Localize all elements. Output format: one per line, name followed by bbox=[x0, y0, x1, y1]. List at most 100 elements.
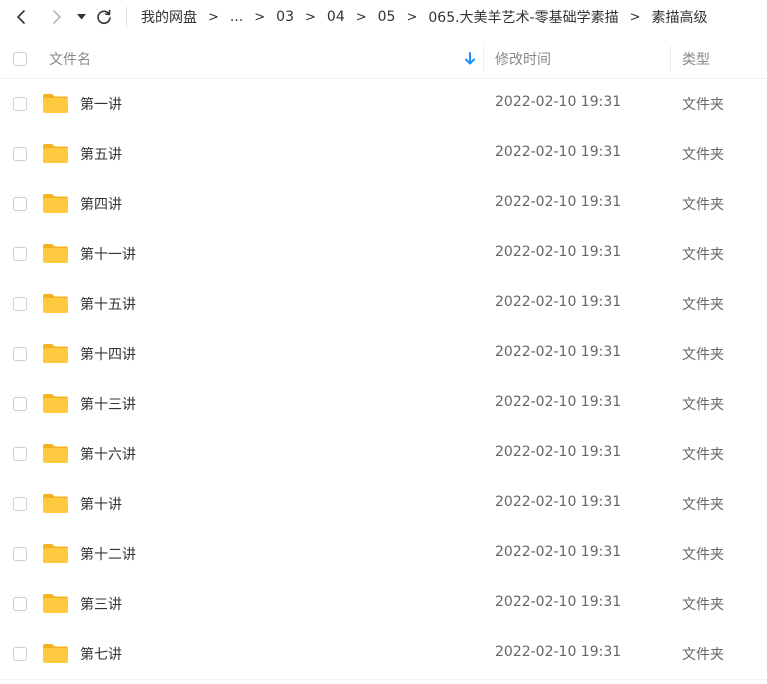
breadcrumb-item[interactable]: 065.大美羊艺术-零基础学素描 bbox=[428, 7, 618, 27]
select-all-checkbox[interactable] bbox=[13, 52, 27, 66]
folder-icon bbox=[43, 144, 68, 163]
breadcrumb-separator: > bbox=[629, 9, 641, 25]
refresh-icon bbox=[97, 9, 111, 25]
table-row[interactable]: 第十五讲 2022-02-10 19:31 文件夹 bbox=[0, 279, 767, 329]
file-name[interactable]: 第五讲 bbox=[80, 144, 122, 164]
folder-icon bbox=[43, 444, 68, 463]
file-type: 文件夹 bbox=[682, 297, 724, 313]
breadcrumb-item[interactable]: 我的网盘 bbox=[141, 7, 197, 27]
file-type: 文件夹 bbox=[682, 347, 724, 363]
table-row[interactable]: 第一讲 2022-02-10 19:31 文件夹 bbox=[0, 79, 767, 129]
breadcrumb-item[interactable]: 04 bbox=[327, 9, 345, 25]
file-name[interactable]: 第十四讲 bbox=[80, 344, 136, 364]
row-checkbox[interactable] bbox=[13, 597, 27, 611]
row-checkbox[interactable] bbox=[13, 297, 27, 311]
folder-icon bbox=[43, 394, 68, 413]
table-row[interactable]: 第四讲 2022-02-10 19:31 文件夹 bbox=[0, 179, 767, 229]
file-type: 文件夹 bbox=[682, 247, 724, 263]
folder-icon bbox=[43, 294, 68, 313]
file-modified-time: 2022-02-10 19:31 bbox=[495, 244, 622, 260]
navigation-bar: 我的网盘 >... >03 >04 >05 >065.大美羊艺术-零基础学素描 > 素描高级 bbox=[0, 0, 767, 34]
caret-down-icon bbox=[76, 14, 86, 20]
chevron-left-icon bbox=[17, 10, 25, 24]
file-type: 文件夹 bbox=[682, 97, 724, 113]
folder-icon bbox=[43, 94, 68, 113]
file-type: 文件夹 bbox=[682, 197, 724, 213]
chevron-right-icon bbox=[53, 10, 61, 24]
sort-down-arrow-icon[interactable] bbox=[463, 50, 477, 68]
row-checkbox[interactable] bbox=[13, 447, 27, 461]
row-checkbox[interactable] bbox=[13, 497, 27, 511]
row-checkbox[interactable] bbox=[13, 347, 27, 361]
back-button[interactable] bbox=[6, 3, 36, 31]
breadcrumb-item[interactable]: ... bbox=[230, 9, 243, 25]
table-row[interactable]: 第五讲 2022-02-10 19:31 文件夹 bbox=[0, 129, 767, 179]
forward-button[interactable] bbox=[42, 3, 72, 31]
breadcrumb: 我的网盘 >... >03 >04 >05 >065.大美羊艺术-零基础学素描 > 素描高级 bbox=[141, 7, 708, 27]
row-checkbox[interactable] bbox=[13, 247, 27, 261]
breadcrumb-separator: > bbox=[305, 9, 316, 25]
breadcrumb-item[interactable]: 素描高级 bbox=[652, 7, 708, 27]
row-checkbox[interactable] bbox=[13, 147, 27, 161]
breadcrumb-separator: > bbox=[355, 9, 367, 25]
column-header-type[interactable]: 类型 bbox=[682, 49, 710, 69]
row-checkbox[interactable] bbox=[13, 97, 27, 111]
table-row[interactable]: 第十六讲 2022-02-10 19:31 文件夹 bbox=[0, 429, 767, 479]
file-name[interactable]: 第十三讲 bbox=[80, 394, 136, 414]
table-row[interactable]: 第十四讲 2022-02-10 19:31 文件夹 bbox=[0, 329, 767, 379]
refresh-button[interactable] bbox=[92, 3, 116, 31]
row-checkbox[interactable] bbox=[13, 197, 27, 211]
column-header: 文件名 修改时间 类型 bbox=[0, 40, 767, 79]
folder-icon bbox=[43, 544, 68, 563]
file-type: 文件夹 bbox=[682, 497, 724, 513]
folder-icon bbox=[43, 644, 68, 663]
list-bottom-border bbox=[0, 679, 767, 680]
file-name[interactable]: 第十一讲 bbox=[80, 244, 136, 264]
file-name[interactable]: 第十六讲 bbox=[80, 444, 136, 464]
file-type: 文件夹 bbox=[682, 647, 724, 663]
file-type: 文件夹 bbox=[682, 447, 724, 463]
table-row[interactable]: 第十讲 2022-02-10 19:31 文件夹 bbox=[0, 479, 767, 529]
file-modified-time: 2022-02-10 19:31 bbox=[495, 294, 622, 310]
row-checkbox[interactable] bbox=[13, 547, 27, 561]
column-divider[interactable] bbox=[670, 46, 671, 72]
file-modified-time: 2022-02-10 19:31 bbox=[495, 444, 622, 460]
folder-icon bbox=[43, 194, 68, 213]
table-row[interactable]: 第七讲 2022-02-10 19:31 文件夹 bbox=[0, 629, 767, 679]
file-name[interactable]: 第十讲 bbox=[80, 494, 122, 514]
row-checkbox[interactable] bbox=[13, 647, 27, 661]
file-modified-time: 2022-02-10 19:31 bbox=[495, 144, 622, 160]
file-name[interactable]: 第十五讲 bbox=[80, 294, 136, 314]
file-modified-time: 2022-02-10 19:31 bbox=[495, 644, 622, 660]
file-name[interactable]: 第三讲 bbox=[80, 594, 122, 614]
breadcrumb-item[interactable]: 03 bbox=[276, 9, 294, 25]
breadcrumb-item[interactable]: 05 bbox=[378, 9, 396, 25]
file-type: 文件夹 bbox=[682, 147, 724, 163]
breadcrumb-separator: > bbox=[208, 9, 219, 25]
file-modified-time: 2022-02-10 19:31 bbox=[495, 194, 622, 210]
table-row[interactable]: 第十二讲 2022-02-10 19:31 文件夹 bbox=[0, 529, 767, 579]
table-row[interactable]: 第十三讲 2022-02-10 19:31 文件夹 bbox=[0, 379, 767, 429]
file-modified-time: 2022-02-10 19:31 bbox=[495, 544, 622, 560]
file-type: 文件夹 bbox=[682, 547, 724, 563]
file-name[interactable]: 第七讲 bbox=[80, 644, 122, 664]
file-modified-time: 2022-02-10 19:31 bbox=[495, 594, 622, 610]
nav-separator bbox=[126, 7, 127, 27]
file-modified-time: 2022-02-10 19:31 bbox=[495, 94, 622, 110]
column-header-modified[interactable]: 修改时间 bbox=[495, 49, 551, 69]
file-name[interactable]: 第四讲 bbox=[80, 194, 122, 214]
history-dropdown-button[interactable] bbox=[74, 3, 88, 31]
breadcrumb-separator: > bbox=[254, 9, 266, 25]
file-name[interactable]: 第十二讲 bbox=[80, 544, 136, 564]
file-name[interactable]: 第一讲 bbox=[80, 94, 122, 114]
column-divider[interactable] bbox=[483, 46, 484, 72]
table-row[interactable]: 第十一讲 2022-02-10 19:31 文件夹 bbox=[0, 229, 767, 279]
column-header-name[interactable]: 文件名 bbox=[49, 49, 91, 69]
file-modified-time: 2022-02-10 19:31 bbox=[495, 344, 622, 360]
table-row[interactable]: 第三讲 2022-02-10 19:31 文件夹 bbox=[0, 579, 767, 629]
file-type: 文件夹 bbox=[682, 597, 724, 613]
folder-icon bbox=[43, 594, 68, 613]
file-modified-time: 2022-02-10 19:31 bbox=[495, 394, 622, 410]
row-checkbox[interactable] bbox=[13, 397, 27, 411]
folder-icon bbox=[43, 344, 68, 363]
